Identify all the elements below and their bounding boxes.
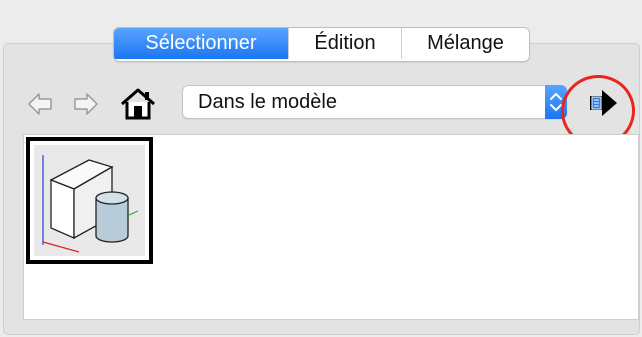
collection-select-value: Dans le modèle bbox=[198, 91, 337, 113]
tab-edition[interactable]: Édition bbox=[288, 28, 401, 59]
tab-melange[interactable]: Mélange bbox=[401, 28, 529, 59]
collection-select[interactable]: Dans le modèle bbox=[182, 85, 567, 119]
component-thumbnail[interactable] bbox=[26, 137, 153, 264]
back-arrow-icon[interactable] bbox=[27, 92, 53, 116]
tab-selectionner[interactable]: Sélectionner bbox=[114, 28, 288, 59]
forward-arrow-icon[interactable] bbox=[73, 92, 99, 116]
mode-tabs: Sélectionner Édition Mélange bbox=[113, 27, 530, 62]
thumbnail-image bbox=[34, 145, 145, 256]
home-icon[interactable] bbox=[119, 88, 157, 120]
